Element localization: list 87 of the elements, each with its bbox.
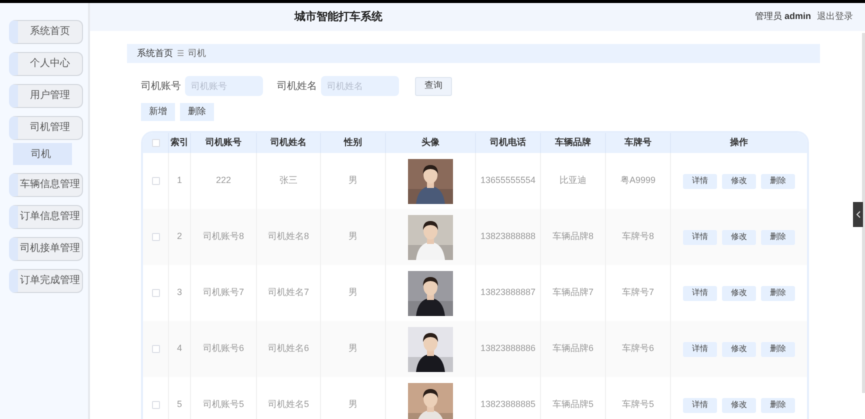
table-cell-text: 司机账号5 <box>202 398 244 412</box>
table-cell-text: 车牌号5 <box>622 398 654 412</box>
delete-button[interactable]: 删除 <box>761 230 795 244</box>
edit-button[interactable]: 修改 <box>722 286 756 300</box>
table-cell-text: 司机姓名7 <box>268 286 309 300</box>
app-title: 城市智能打车系统 <box>294 10 382 25</box>
delete-button[interactable]: 删除 <box>761 342 795 356</box>
table-cell-text: 13823888887 <box>480 286 536 300</box>
column-header: 司机账号 <box>206 136 242 150</box>
table-cell-text: 男 <box>348 398 358 412</box>
search-button[interactable]: 查询 <box>415 76 452 96</box>
sidebar-subitem[interactable]: 司机 <box>13 143 72 165</box>
checkbox[interactable] <box>152 233 160 241</box>
table-cell-text: 司机姓名8 <box>268 230 309 244</box>
table-cell-text: 4 <box>176 342 182 356</box>
sidebar-item[interactable]: 系统首页 <box>9 20 83 44</box>
breadcrumb-current: 司机 <box>188 46 206 60</box>
checkbox[interactable] <box>152 345 160 353</box>
table-cell-text: 男 <box>348 342 358 356</box>
edit-button[interactable]: 修改 <box>722 174 756 188</box>
column-header: 车牌号 <box>624 136 652 150</box>
sidebar-item[interactable]: 司机管理 <box>9 116 83 140</box>
table-cell-text: 3 <box>176 286 182 300</box>
details-button[interactable]: 详情 <box>683 230 717 244</box>
table-cell-text: 司机账号6 <box>202 342 244 356</box>
breadcrumb-separator: ☰ <box>177 48 184 60</box>
table-cell-text: 5 <box>176 398 182 412</box>
checkbox[interactable] <box>152 289 160 297</box>
breadcrumb-link[interactable]: 系统首页 <box>137 46 173 60</box>
column-header: 司机姓名 <box>270 136 306 150</box>
details-button[interactable]: 详情 <box>683 398 717 412</box>
table-cell-text: 车牌号7 <box>622 286 654 300</box>
table-cell-text: 粤A9999 <box>620 174 656 188</box>
column-header: 头像 <box>422 136 440 150</box>
table-cell-text: 13655555554 <box>480 174 536 188</box>
user-label: 管理员 admin <box>754 10 811 24</box>
table-cell-text: 男 <box>348 286 358 300</box>
table-cell-text: 司机账号7 <box>202 286 244 300</box>
column-header: 车辆品牌 <box>555 136 591 150</box>
table-cell-text: 车辆品牌8 <box>552 230 594 244</box>
delete-button[interactable]: 删除 <box>761 286 795 300</box>
column-header: 操作 <box>730 136 748 150</box>
checkbox[interactable] <box>152 401 160 409</box>
column-header: 司机电话 <box>490 136 526 150</box>
add-button[interactable]: 新增 <box>141 103 175 121</box>
details-button[interactable]: 详情 <box>683 174 717 188</box>
field-label: 司机姓名 <box>277 80 317 94</box>
sidebar-item[interactable]: 司机接单管理 <box>9 237 83 261</box>
checkbox[interactable] <box>152 177 160 185</box>
collapse-tab[interactable] <box>853 202 863 227</box>
sidebar-item[interactable]: 订单信息管理 <box>9 205 83 229</box>
table-cell-text: 2 <box>176 230 182 244</box>
table-cell-text: 车辆品牌6 <box>552 342 594 356</box>
table-cell-text: 13823888886 <box>480 342 536 356</box>
table-cell-text: 比亚迪 <box>560 174 586 188</box>
table-cell-text: 车牌号6 <box>622 342 654 356</box>
table-cell-text: 1 <box>176 174 182 188</box>
column-header: 索引 <box>170 136 188 150</box>
sidebar-item[interactable]: 用户管理 <box>9 84 83 108</box>
edit-button[interactable]: 修改 <box>722 342 756 356</box>
details-button[interactable]: 详情 <box>683 342 717 356</box>
table-cell-text: 13823888885 <box>480 398 536 412</box>
table-cell-text: 司机姓名5 <box>268 398 309 412</box>
chevron-left-icon <box>856 211 860 218</box>
table-cell-text: 司机账号8 <box>202 230 244 244</box>
sidebar-item[interactable]: 车辆信息管理 <box>9 173 83 197</box>
field-label: 司机账号 <box>141 80 181 94</box>
table-cell-text: 张三 <box>280 174 298 188</box>
table-cell-text: 司机姓名6 <box>268 342 309 356</box>
table-cell-text: 车辆品牌7 <box>552 286 594 300</box>
column-header: 性别 <box>344 136 362 150</box>
edit-button[interactable]: 修改 <box>722 398 756 412</box>
table-cell-text: 222 <box>216 174 232 188</box>
edit-button[interactable]: 修改 <box>722 230 756 244</box>
checkbox[interactable] <box>152 139 160 147</box>
table-cell-text: 男 <box>348 230 358 244</box>
table-cell-text: 车牌号8 <box>622 230 654 244</box>
sidebar-item[interactable]: 个人中心 <box>9 52 83 76</box>
logout-link[interactable]: 退出登录 <box>817 10 853 24</box>
delete-button[interactable]: 删除 <box>761 398 795 412</box>
table-cell-text: 车辆品牌5 <box>552 398 594 412</box>
sidebar-item[interactable]: 订单完成管理 <box>9 269 83 293</box>
delete-button[interactable]: 删除 <box>761 174 795 188</box>
details-button[interactable]: 详情 <box>683 286 717 300</box>
table-cell-text: 男 <box>348 174 358 188</box>
table-cell-text: 13823888888 <box>480 230 536 244</box>
delete-button[interactable]: 删除 <box>180 103 214 121</box>
